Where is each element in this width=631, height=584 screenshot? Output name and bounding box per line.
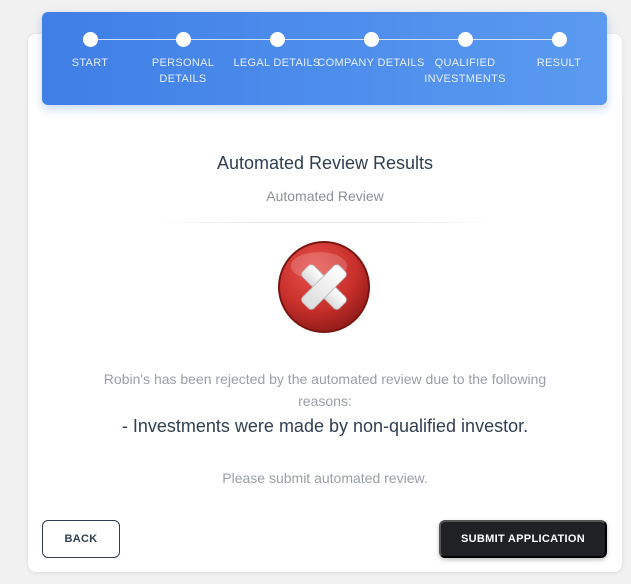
divider xyxy=(155,222,495,223)
step-dot xyxy=(175,32,191,47)
step-dot xyxy=(363,32,379,47)
rejection-reason: - Investments were made by non-qualified… xyxy=(121,416,529,436)
reject-x-icon xyxy=(278,241,370,333)
back-button[interactable]: BACK xyxy=(42,520,120,558)
step-dot xyxy=(82,32,98,47)
page-title: Automated Review Results xyxy=(216,153,434,173)
step-result: RESULT xyxy=(504,32,614,71)
instruction-text: Please submit automated review. xyxy=(222,470,428,486)
page-subtitle: Automated Review xyxy=(266,188,384,204)
step-dot xyxy=(269,32,285,47)
rejection-message: Robin's has been rejected by the automat… xyxy=(103,371,547,409)
step-dot xyxy=(457,32,473,47)
progress-stepper: START PERSONAL DETAILS LEGAL DETAILS COM… xyxy=(42,12,607,105)
step-dot xyxy=(551,32,567,47)
submit-application-button[interactable]: SUBMIT APPLICATION xyxy=(439,520,607,558)
step-label: RESULT xyxy=(536,57,582,69)
